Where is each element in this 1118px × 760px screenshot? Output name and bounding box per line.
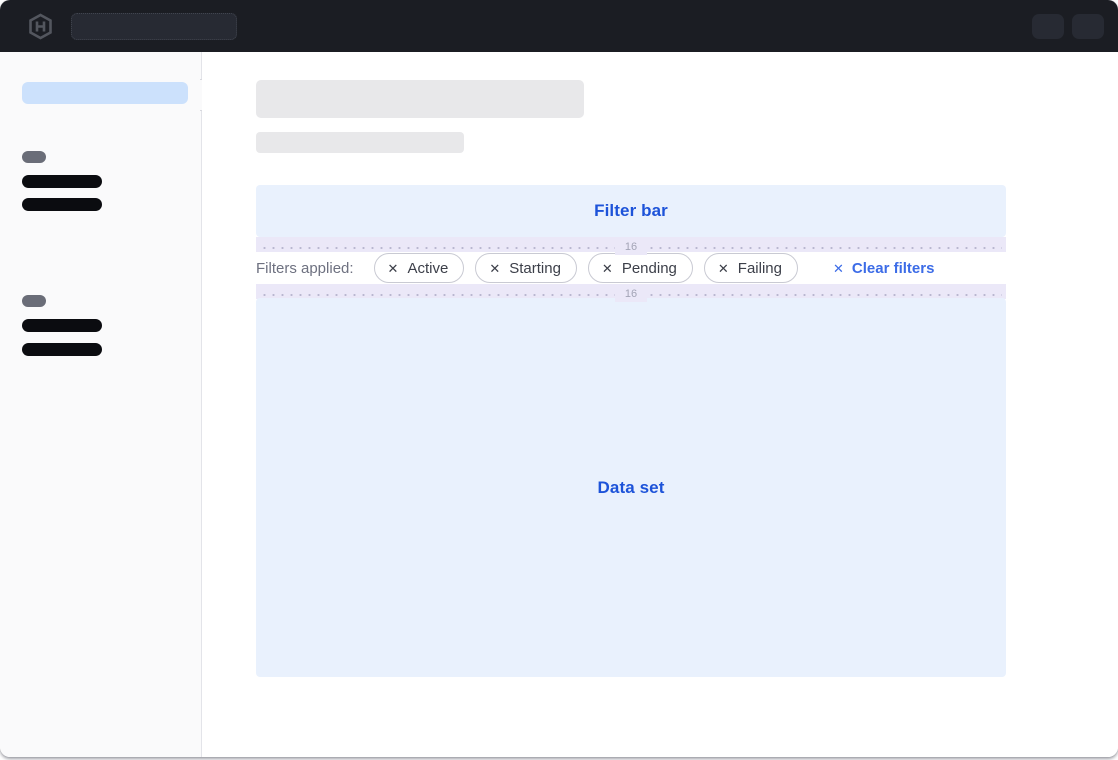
filter-pill-failing[interactable]: ✕ Failing	[704, 253, 798, 283]
main-content: Filter bar 16 Filters applied: ✕ Active …	[202, 52, 1118, 757]
filter-bar-region: Filter bar	[256, 185, 1006, 237]
sidebar	[0, 52, 202, 757]
page-title-placeholder	[256, 80, 584, 118]
filters-applied-label: Filters applied:	[256, 260, 354, 277]
remove-filter-icon[interactable]: ✕	[602, 262, 613, 275]
filter-pill-starting[interactable]: ✕ Starting	[475, 253, 577, 283]
app-body: Filter bar 16 Filters applied: ✕ Active …	[0, 52, 1118, 757]
clear-filters-icon[interactable]: ✕	[833, 262, 844, 275]
remove-filter-icon[interactable]: ✕	[489, 262, 500, 275]
hashicorp-logo-icon	[28, 13, 53, 40]
filter-pill-label: Active	[407, 260, 448, 277]
filter-pill-label: Pending	[622, 260, 677, 277]
data-set-region-label: Data set	[598, 478, 665, 498]
filter-pill-active[interactable]: ✕ Active	[374, 253, 465, 283]
filter-bar-region-label: Filter bar	[594, 201, 668, 221]
remove-filter-icon[interactable]: ✕	[388, 262, 399, 275]
sidebar-nav-item-placeholder-3[interactable]	[22, 319, 102, 332]
filter-pill-pending[interactable]: ✕ Pending	[588, 253, 693, 283]
spacing-annotation-16-top: 16	[256, 237, 1006, 252]
remove-filter-icon[interactable]: ✕	[718, 262, 729, 275]
sidebar-section-label-placeholder-2	[22, 295, 46, 307]
filters-applied-row: Filters applied: ✕ Active ✕ Starting ✕ P…	[256, 252, 1006, 284]
data-set-region: Data set	[256, 298, 1006, 677]
spacing-value-label: 16	[615, 240, 647, 255]
spacing-annotation-16-bottom: 16	[256, 284, 1006, 299]
sidebar-nav-item-placeholder-4[interactable]	[22, 343, 102, 356]
sidebar-nav-item-placeholder-2[interactable]	[22, 198, 102, 211]
app-window: Filter bar 16 Filters applied: ✕ Active …	[0, 0, 1118, 757]
top-navigation-bar	[0, 0, 1118, 52]
topbar-action-placeholder-1[interactable]	[1032, 14, 1064, 39]
filter-pill-label: Starting	[509, 260, 561, 277]
sidebar-active-item-placeholder[interactable]	[22, 82, 188, 104]
clear-filters-label: Clear filters	[852, 260, 935, 277]
sidebar-section-label-placeholder-1	[22, 151, 46, 163]
topbar-action-placeholder-2[interactable]	[1072, 14, 1104, 39]
spacing-value-label: 16	[615, 287, 647, 302]
clear-filters-button[interactable]: ✕ Clear filters	[833, 260, 934, 277]
search-input-placeholder[interactable]	[71, 13, 237, 40]
sidebar-nav-item-placeholder-1[interactable]	[22, 175, 102, 188]
filter-pill-label: Failing	[738, 260, 782, 277]
page-subtitle-placeholder	[256, 132, 464, 153]
